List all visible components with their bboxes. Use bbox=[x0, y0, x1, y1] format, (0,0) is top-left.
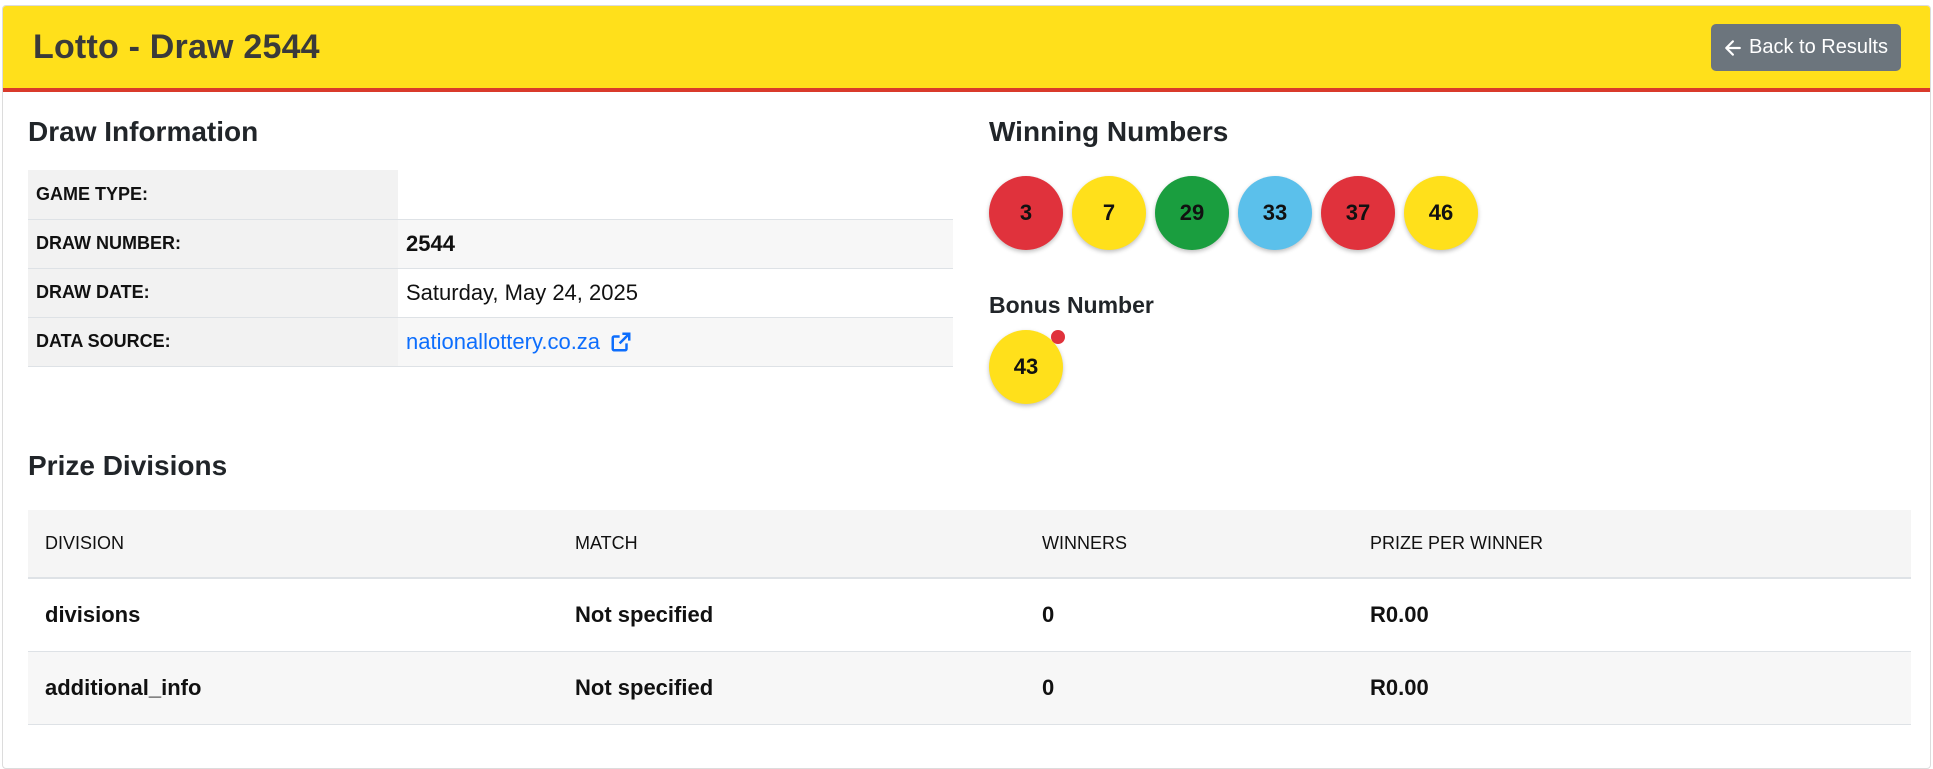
winning-ball-number: 37 bbox=[1345, 200, 1371, 225]
table-row: divisions Not specified 0 R0.00 bbox=[28, 578, 1911, 652]
bonus-ball-number: 43 bbox=[1013, 354, 1039, 379]
page-header: Lotto - Draw 2544 Back to Results bbox=[3, 6, 1930, 92]
prize-cell: R0.00 bbox=[1353, 651, 1911, 725]
winning-ball-number: 33 bbox=[1262, 200, 1288, 225]
winning-ball-number: 29 bbox=[1179, 200, 1205, 225]
data-source-link-text: nationallottery.co.za bbox=[406, 328, 601, 354]
info-row-draw-number: DRAW NUMBER: 2544 bbox=[28, 219, 953, 269]
data-source-link[interactable]: nationallottery.co.za bbox=[406, 329, 632, 355]
column-header-winners: WINNERS bbox=[1025, 510, 1353, 579]
page-title: Lotto - Draw 2544 bbox=[33, 28, 320, 66]
division-cell: divisions bbox=[28, 578, 558, 652]
info-label: DRAW NUMBER: bbox=[28, 219, 398, 269]
info-row-data-source: DATA SOURCE: nationallottery.co.za bbox=[28, 317, 953, 367]
column-header-prize: PRIZE PER WINNER bbox=[1353, 510, 1911, 579]
info-value: 2544 bbox=[398, 219, 953, 269]
winning-ball: 46 bbox=[1404, 176, 1478, 250]
info-row-game-type: GAME TYPE: bbox=[28, 170, 953, 220]
bonus-number-label: Bonus Number bbox=[989, 292, 1154, 318]
info-value bbox=[398, 170, 953, 220]
table-row: additional_info Not specified 0 R0.00 bbox=[28, 651, 1911, 725]
winning-ball: 29 bbox=[1155, 176, 1229, 250]
draw-info-table: GAME TYPE: DRAW NUMBER: 2544 DRAW DATE: … bbox=[28, 170, 953, 367]
prize-divisions-table: DIVISION MATCH WINNERS PRIZE PER WINNER … bbox=[28, 510, 1911, 725]
back-to-results-label: Back to Results bbox=[1749, 36, 1888, 58]
winning-ball-number: 46 bbox=[1428, 200, 1454, 225]
prize-cell: R0.00 bbox=[1353, 578, 1911, 652]
bonus-indicator-dot bbox=[1051, 330, 1065, 344]
info-label: DATA SOURCE: bbox=[28, 317, 398, 367]
info-value: Saturday, May 24, 2025 bbox=[398, 268, 953, 318]
division-cell: additional_info bbox=[28, 651, 558, 725]
winning-ball: 7 bbox=[1072, 176, 1146, 250]
winning-ball-number: 7 bbox=[1102, 200, 1116, 225]
winners-cell: 0 bbox=[1025, 578, 1353, 652]
winning-ball: 33 bbox=[1238, 176, 1312, 250]
bonus-ball-wrapper: 43 bbox=[989, 330, 1065, 404]
info-row-draw-date: DRAW DATE: Saturday, May 24, 2025 bbox=[28, 268, 953, 318]
arrow-left-icon bbox=[1725, 39, 1741, 56]
winning-balls: 3 7 29 33 37 46 bbox=[989, 176, 1478, 250]
info-label: DRAW DATE: bbox=[28, 268, 398, 318]
bonus-ball: 43 bbox=[989, 330, 1065, 404]
draw-information-heading: Draw Information bbox=[28, 116, 259, 147]
draw-card: Lotto - Draw 2544 Back to Results Draw I… bbox=[2, 5, 1931, 769]
winners-cell: 0 bbox=[1025, 651, 1353, 725]
match-cell: Not specified bbox=[558, 578, 1025, 652]
column-header-match: MATCH bbox=[558, 510, 1025, 579]
external-link-icon bbox=[611, 332, 631, 351]
winning-ball: 3 bbox=[989, 176, 1063, 250]
info-value: nationallottery.co.za bbox=[398, 317, 953, 367]
match-cell: Not specified bbox=[558, 651, 1025, 725]
prize-header-row: DIVISION MATCH WINNERS PRIZE PER WINNER bbox=[28, 510, 1911, 579]
prize-divisions-heading: Prize Divisions bbox=[28, 450, 228, 481]
info-label: GAME TYPE: bbox=[28, 170, 398, 220]
back-to-results-button[interactable]: Back to Results bbox=[1711, 24, 1901, 71]
winning-ball-number: 3 bbox=[1019, 200, 1033, 225]
winning-ball: 37 bbox=[1321, 176, 1395, 250]
winning-numbers-heading: Winning Numbers bbox=[989, 116, 1229, 147]
column-header-division: DIVISION bbox=[28, 510, 558, 579]
